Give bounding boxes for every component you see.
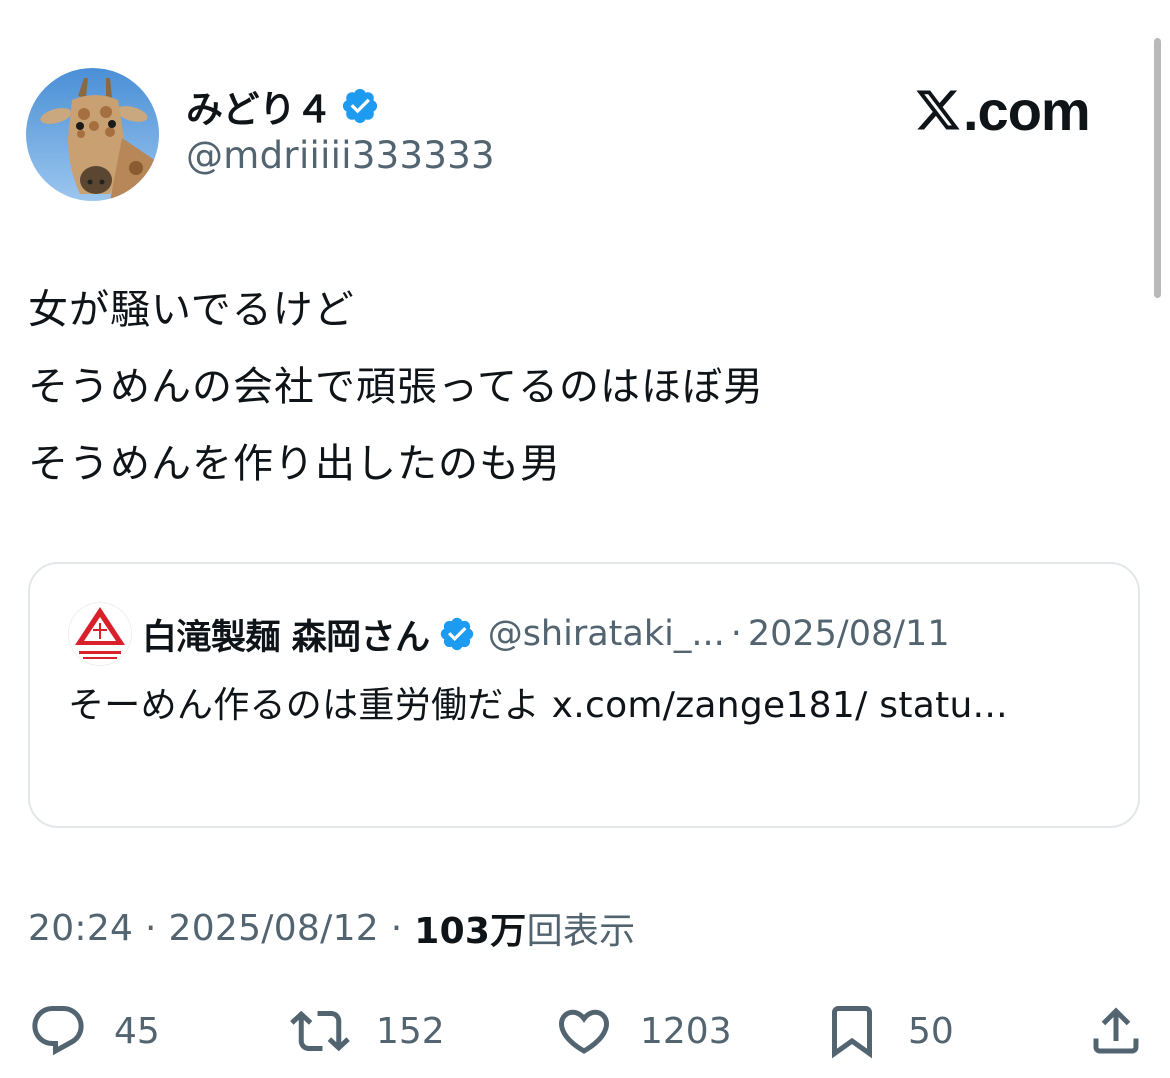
giraffe-avatar-image	[26, 68, 159, 201]
views-label: 回表示	[526, 911, 636, 952]
shirataki-logo-icon	[69, 603, 131, 665]
scrollbar[interactable]	[1154, 38, 1161, 298]
tweet-meta: 20:24 · 2025/08/12 · 103万 回表示	[28, 900, 635, 956]
heart-icon	[558, 1009, 610, 1054]
repost-button[interactable]: 152	[290, 996, 445, 1066]
tweet-date[interactable]: 2025/08/12	[168, 908, 379, 949]
verified-badge-icon	[440, 617, 473, 651]
reply-icon	[32, 1006, 84, 1056]
quote-avatar[interactable]	[68, 602, 132, 666]
tweet-time[interactable]: 20:24	[28, 908, 133, 949]
bookmark-icon	[832, 1006, 872, 1059]
author-display-name-text: みどり４	[186, 88, 333, 131]
bookmark-button[interactable]: 50	[822, 996, 954, 1066]
bookmark-count: 50	[908, 1010, 954, 1052]
like-count: 1203	[640, 1010, 732, 1052]
quote-author-handle[interactable]: @shirataki_...	[488, 614, 725, 654]
x-brand-suffix: .com	[963, 78, 1091, 142]
reply-count: 45	[114, 1010, 160, 1052]
repost-icon	[290, 1010, 350, 1052]
author-display-name[interactable]: みどり４	[186, 82, 380, 131]
quote-date[interactable]: 2025/08/11	[748, 614, 950, 654]
repost-count: 152	[376, 1010, 445, 1052]
meta-separator: ·	[133, 907, 169, 949]
quote-author-name[interactable]: 白滝製麺 森岡さん	[142, 609, 430, 660]
tweet-line: 女が騒いでるけど	[28, 287, 355, 333]
views-count: 103万	[414, 911, 527, 952]
author-avatar[interactable]	[26, 68, 159, 201]
quoted-tweet-card[interactable]: 白滝製麺 森岡さん @shirataki_... · 2025/08/11 そー…	[28, 562, 1140, 828]
author-handle[interactable]: @mdriiiii333333	[186, 134, 495, 177]
x-logo-icon	[916, 90, 960, 130]
action-bar: 45 152 1203 50	[0, 996, 1170, 1066]
quote-text: そーめん作るのは重労働だよ x.com/zange181/ statu...	[68, 685, 1008, 726]
quote-separator: ·	[730, 614, 742, 654]
quote-header: 白滝製麺 森岡さん @shirataki_... · 2025/08/11	[142, 604, 950, 664]
like-button[interactable]: 1203	[554, 996, 732, 1066]
meta-separator: ·	[378, 907, 415, 949]
reply-button[interactable]: 45	[28, 996, 160, 1066]
x-brand-logo: .com	[914, 78, 1091, 142]
verified-badge-icon	[342, 88, 378, 124]
tweet-text: 女が騒いでるけど そうめんの会社で頑張ってるのはほぼ男 そうめんを作り出したのも…	[28, 272, 764, 503]
tweet-line: そうめんを作り出したのも男	[28, 441, 561, 487]
share-icon	[1093, 1007, 1139, 1054]
share-button[interactable]	[1086, 996, 1146, 1066]
tweet-line: そうめんの会社で頑張ってるのはほぼ男	[28, 364, 764, 410]
